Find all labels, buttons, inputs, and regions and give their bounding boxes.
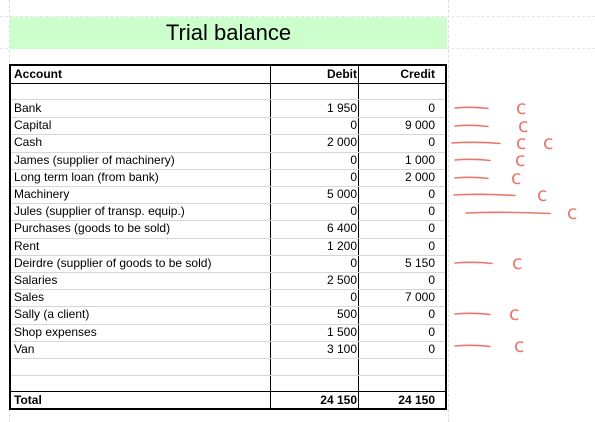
handwritten-annotations: ccc cccccccc (451, 97, 577, 357)
annotation-c-mark: c (514, 335, 524, 357)
annotation-dash (454, 261, 493, 265)
annotation-dash (465, 211, 551, 215)
annotation-dash (454, 344, 491, 348)
annotation-dash (453, 193, 516, 197)
annotation-dash (454, 312, 491, 316)
annotation-c-mark: c (511, 167, 521, 189)
annotation-c-mark: c (567, 202, 577, 224)
annotation-dash (454, 106, 489, 110)
annotation-dash (454, 124, 489, 128)
annotation-c-mark: c (543, 132, 553, 154)
annotation-dash (454, 176, 489, 180)
annotation-dash (451, 141, 501, 145)
annotation-c-mark: c (537, 184, 547, 206)
annotation-c-mark: c (512, 252, 522, 274)
annotation-c-mark: c (509, 303, 519, 325)
annotation-dash (454, 158, 491, 162)
